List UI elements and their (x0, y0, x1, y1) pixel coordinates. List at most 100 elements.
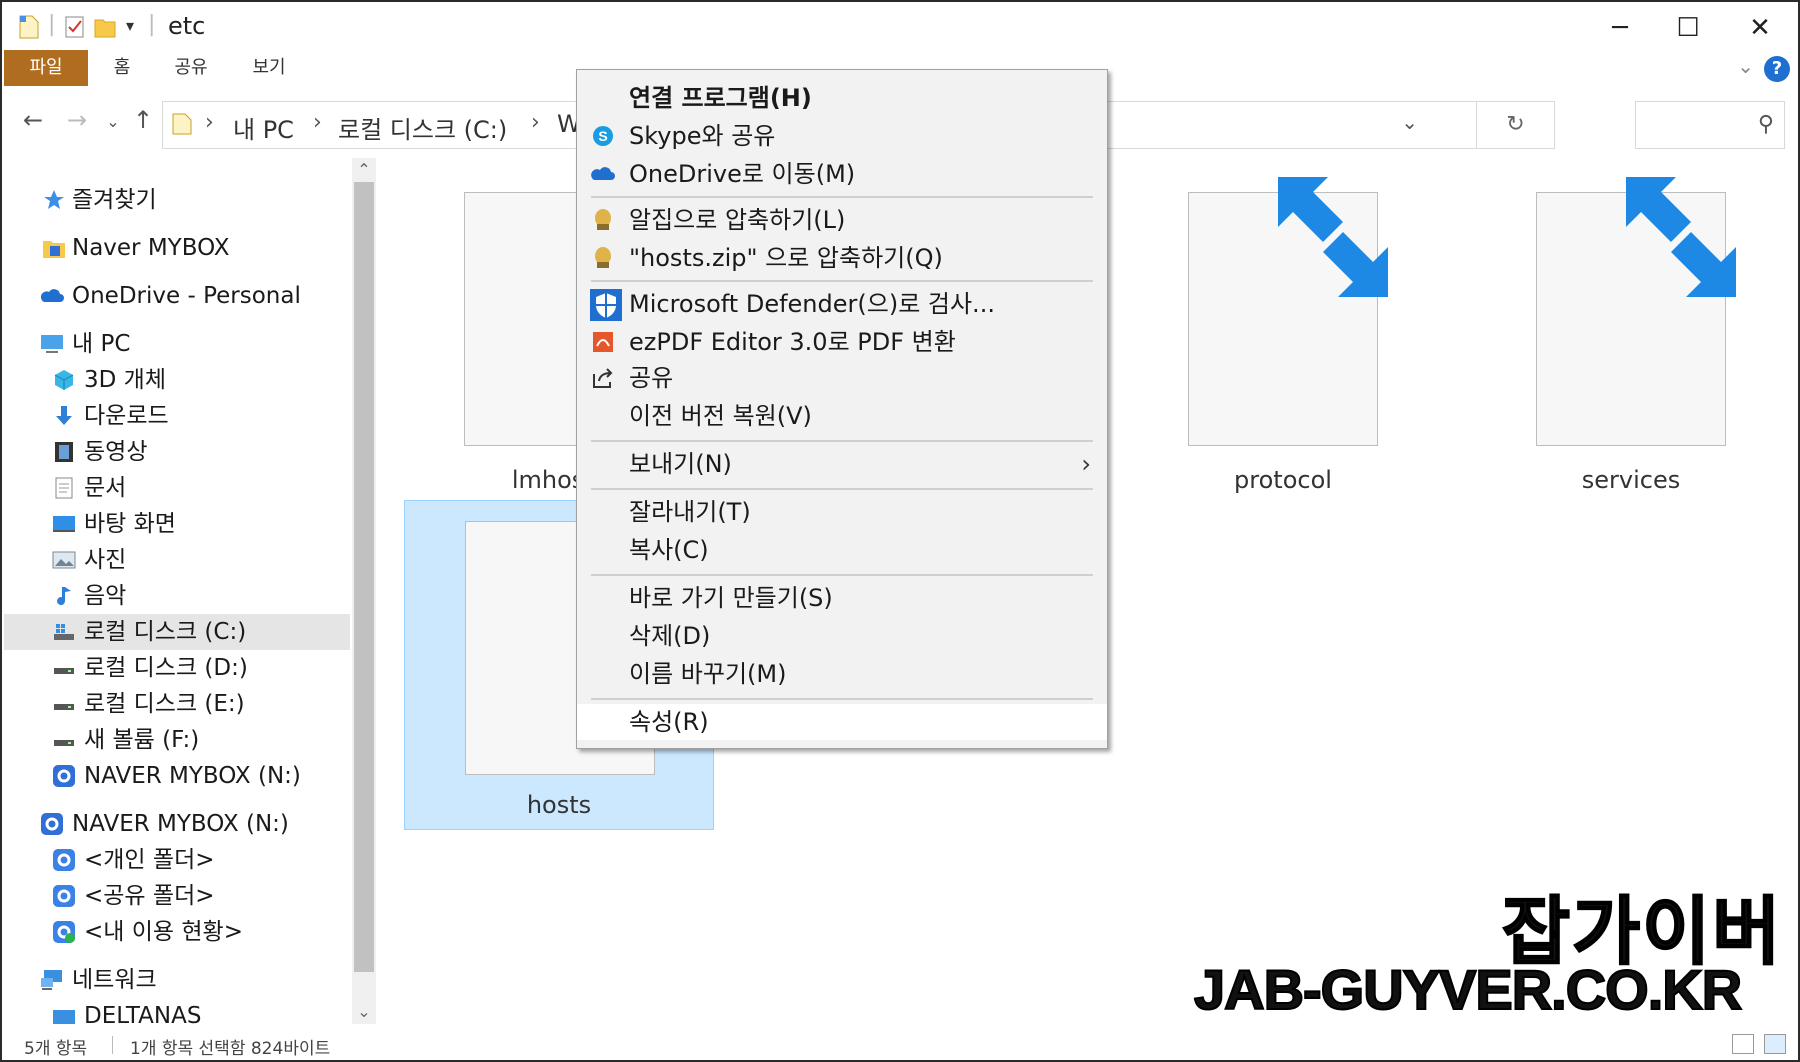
menu-item-send-to[interactable]: 보내기(N) › (577, 446, 1107, 482)
menu-item-properties[interactable]: 속성(R) (577, 704, 1107, 740)
drive-icon (54, 668, 74, 674)
sidebar-item-label: 바탕 화면 (84, 511, 176, 537)
menu-item-label: 이름 바꾸기(M) (629, 660, 787, 688)
shared-folder-icon (53, 885, 75, 907)
defender-shield-icon (590, 289, 622, 321)
menu-item-label: 복사(C) (629, 536, 709, 564)
sidebar-item-label: 음악 (84, 583, 127, 609)
sidebar-item-label: 사진 (84, 547, 127, 573)
maximize-button[interactable]: ☐ (1670, 10, 1706, 46)
menu-item-move-onedrive[interactable]: OneDrive로 이동(M) (577, 156, 1107, 192)
menu-item-alzip-compress[interactable]: 알집으로 압축하기(L) (577, 202, 1107, 238)
sidebar-item-desktop[interactable]: 바탕 화면 (4, 506, 350, 542)
breadcrumb-separator: › (313, 110, 322, 135)
tab-share[interactable]: 공유 (164, 50, 218, 86)
menu-separator (591, 574, 1093, 576)
sidebar-item-quick-access[interactable]: 즐겨찾기 (4, 182, 350, 218)
close-button[interactable]: ✕ (1742, 10, 1778, 46)
menu-item-ezpdf-convert[interactable]: ezPDF Editor 3.0로 PDF 변환 (577, 324, 1107, 360)
large-icons-view-icon[interactable] (1764, 1034, 1786, 1054)
context-menu: 연결 프로그램(H) S Skype와 공유 OneDrive로 이동(M) 알… (576, 69, 1108, 749)
menu-item-label: 속성(R) (629, 708, 709, 736)
sidebar-item-documents[interactable]: 문서 (4, 470, 350, 506)
sidebar-item-shared-folder[interactable]: <공유 폴더> (4, 878, 350, 914)
sidebar-item-pictures[interactable]: 사진 (4, 542, 350, 578)
menu-item-share[interactable]: 공유 (577, 360, 1107, 396)
forward-button[interactable]: → (62, 106, 92, 134)
tab-view[interactable]: 보기 (242, 50, 296, 86)
minimize-button[interactable]: ─ (1602, 10, 1638, 46)
menu-item-label: 이전 버전 복원(V) (629, 402, 812, 430)
shortcut-arrows-icon (1278, 177, 1388, 297)
properties-check-icon[interactable] (64, 14, 86, 40)
sidebar-item-local-disk-d[interactable]: 로컬 디스크 (D:) (4, 650, 350, 686)
ezpdf-icon (593, 332, 613, 352)
new-folder-icon[interactable] (94, 14, 116, 40)
menu-item-label: 알집으로 압축하기(L) (629, 206, 846, 234)
qa-customize-chevron-icon[interactable]: ▾ (126, 16, 134, 35)
details-view-icon[interactable] (1732, 1034, 1754, 1054)
help-icon[interactable]: ? (1764, 56, 1790, 82)
sidebar-item-label: 내 PC (72, 331, 131, 357)
sidebar-item-this-pc[interactable]: 내 PC (4, 326, 350, 362)
address-dropdown-icon[interactable]: ⌄ (1401, 110, 1418, 134)
sidebar-item-label: 다운로드 (84, 403, 169, 429)
personal-folder-icon (53, 849, 75, 871)
scroll-up-icon[interactable]: ⌃ (352, 158, 376, 182)
sidebar-item-videos[interactable]: 동영상 (4, 434, 350, 470)
sidebar-item-personal-folder[interactable]: <개인 폴더> (4, 842, 350, 878)
file-name: protocol (1234, 466, 1332, 494)
menu-item-share-skype[interactable]: S Skype와 공유 (577, 118, 1107, 154)
computer-icon (41, 335, 63, 353)
file-item-protocol[interactable]: protocol (1128, 166, 1438, 496)
ribbon-collapse-icon[interactable]: ⌄ (1737, 54, 1754, 78)
menu-item-copy[interactable]: 복사(C) (577, 532, 1107, 568)
sidebar-item-3d-objects[interactable]: 3D 개체 (4, 362, 350, 398)
sidebar-item-label: NAVER MYBOX (N:) (84, 763, 301, 789)
mybox-folder-icon (43, 241, 65, 258)
usage-icon (53, 921, 75, 943)
menu-item-open-with[interactable]: 연결 프로그램(H) (577, 80, 1107, 116)
navigation-pane: 즐겨찾기 Naver MYBOX OneDrive - Personal 내 P… (4, 158, 350, 1024)
sidebar-item-naver-mybox[interactable]: Naver MYBOX (4, 230, 350, 266)
sidebar-item-local-disk-c[interactable]: 로컬 디스크 (C:) (4, 614, 350, 650)
menu-item-label: 연결 프로그램(H) (629, 84, 812, 112)
tab-home[interactable]: 홈 (102, 50, 142, 86)
back-button[interactable]: ← (18, 106, 48, 134)
scroll-thumb[interactable] (354, 182, 374, 972)
menu-item-rename[interactable]: 이름 바꾸기(M) (577, 656, 1107, 692)
search-input[interactable]: ⚲ (1635, 101, 1785, 149)
menu-item-compress-hosts-zip[interactable]: "hosts.zip" 으로 압축하기(Q) (577, 240, 1107, 276)
menu-item-create-shortcut[interactable]: 바로 가기 만들기(S) (577, 580, 1107, 616)
menu-item-restore-previous-versions[interactable]: 이전 버전 복원(V) (577, 398, 1107, 434)
sidebar-item-onedrive[interactable]: OneDrive - Personal (4, 278, 350, 314)
sidebar-item-local-disk-e[interactable]: 로컬 디스크 (E:) (4, 686, 350, 722)
sidebar-item-label: Naver MYBOX (72, 235, 230, 261)
desktop-icon (53, 516, 75, 532)
sidebar-item-naver-mybox-root[interactable]: NAVER MYBOX (N:) (4, 806, 350, 842)
file-item-services[interactable]: services (1476, 166, 1786, 496)
menu-separator (591, 280, 1093, 282)
sidebar-item-music[interactable]: 음악 (4, 578, 350, 614)
sidebar-item-usage-status[interactable]: <내 이용 현황> (4, 914, 350, 950)
menu-separator (591, 488, 1093, 490)
sidebar-item-downloads[interactable]: 다운로드 (4, 398, 350, 434)
sidebar-item-network[interactable]: 네트워크 (4, 962, 350, 998)
menu-item-label: 보내기(N) (629, 450, 732, 478)
scroll-down-icon[interactable]: ⌄ (352, 1000, 376, 1024)
sidebar-item-new-volume-f[interactable]: 새 볼륨 (F:) (4, 722, 350, 758)
refresh-button[interactable]: ↻ (1476, 102, 1554, 148)
sidebar-scrollbar[interactable]: ⌃ ⌄ (352, 158, 376, 1024)
recent-locations-button[interactable]: ⌄ (98, 112, 128, 131)
up-button[interactable]: ↑ (128, 106, 158, 134)
breadcrumb-my-pc[interactable]: 내 PC (233, 110, 294, 145)
sidebar-item-deltanas[interactable]: DELTANAS (4, 998, 350, 1024)
menu-item-cut[interactable]: 잘라내기(T) (577, 494, 1107, 530)
windows-drive-icon (54, 624, 74, 640)
breadcrumb-local-disk-c[interactable]: 로컬 디스크 (C:) (338, 110, 507, 145)
tab-file[interactable]: 파일 (4, 50, 88, 86)
menu-item-defender-scan[interactable]: Microsoft Defender(으)로 검사... (577, 286, 1107, 322)
submenu-arrow-icon: › (1081, 450, 1091, 478)
menu-item-delete[interactable]: 삭제(D) (577, 618, 1107, 654)
sidebar-item-naver-mybox-n[interactable]: NAVER MYBOX (N:) (4, 758, 350, 794)
